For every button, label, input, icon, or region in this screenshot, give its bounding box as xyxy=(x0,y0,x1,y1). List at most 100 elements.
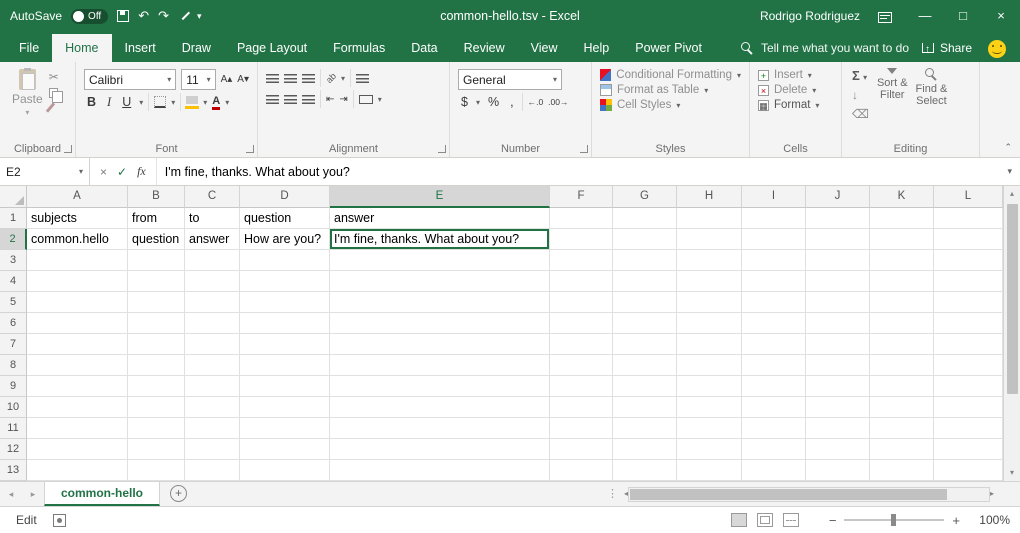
cell-D9[interactable] xyxy=(240,376,330,397)
insert-cells-button[interactable]: + Insert ▾ xyxy=(758,69,833,81)
cell-B2[interactable]: question xyxy=(128,229,185,250)
underline-button[interactable]: U xyxy=(119,95,134,109)
cell-I2[interactable] xyxy=(742,229,806,250)
tell-me-search[interactable]: Tell me what you want to do xyxy=(741,34,909,62)
cell-F5[interactable] xyxy=(550,292,613,313)
tab-review[interactable]: Review xyxy=(451,34,518,62)
cell-J7[interactable] xyxy=(806,334,870,355)
cell-K7[interactable] xyxy=(870,334,934,355)
row-header-8[interactable]: 8 xyxy=(0,355,27,376)
autosum-button[interactable]: Σ ▾ xyxy=(852,68,869,83)
hscroll-right-arrow[interactable]: ▸ xyxy=(990,486,994,502)
vertical-scroll-thumb[interactable] xyxy=(1007,204,1018,394)
cell-D3[interactable] xyxy=(240,250,330,271)
scroll-up-arrow[interactable]: ▴ xyxy=(1010,186,1014,202)
feedback-smiley-button[interactable] xyxy=(988,40,1006,58)
column-header-J[interactable]: J xyxy=(806,186,870,208)
row-header-7[interactable]: 7 xyxy=(0,334,27,355)
row-header-6[interactable]: 6 xyxy=(0,313,27,334)
cell-H6[interactable] xyxy=(677,313,742,334)
column-header-A[interactable]: A xyxy=(27,186,128,208)
font-size-combo[interactable]: 11 ▾ xyxy=(181,69,215,90)
cell-C10[interactable] xyxy=(185,397,240,418)
cell-L8[interactable] xyxy=(934,355,1003,376)
cell-A7[interactable] xyxy=(27,334,128,355)
column-header-C[interactable]: C xyxy=(185,186,240,208)
row-header-11[interactable]: 11 xyxy=(0,418,27,439)
cell-I10[interactable] xyxy=(742,397,806,418)
cell-L10[interactable] xyxy=(934,397,1003,418)
cell-C2[interactable]: answer xyxy=(185,229,240,250)
tab-formulas[interactable]: Formulas xyxy=(320,34,398,62)
column-header-E[interactable]: E xyxy=(330,186,550,208)
tab-scroll-splitter[interactable]: ⋮ xyxy=(601,482,624,506)
tab-data[interactable]: Data xyxy=(398,34,450,62)
cell-I12[interactable] xyxy=(742,439,806,460)
bold-button[interactable]: B xyxy=(84,95,99,109)
cell-G9[interactable] xyxy=(613,376,677,397)
select-all-button[interactable] xyxy=(0,186,27,208)
zoom-in-button[interactable]: + xyxy=(944,513,968,528)
name-box[interactable]: E2 ▾ xyxy=(0,158,90,185)
increase-font-size-button[interactable]: A▴ xyxy=(221,74,233,85)
macro-record-button[interactable] xyxy=(53,514,66,527)
cell-G1[interactable] xyxy=(613,208,677,229)
clipboard-dialog-launcher[interactable] xyxy=(64,145,72,153)
cell-D13[interactable] xyxy=(240,460,330,481)
cell-E9[interactable] xyxy=(330,376,550,397)
font-color-button[interactable]: A xyxy=(212,95,220,110)
cell-L11[interactable] xyxy=(934,418,1003,439)
fill-button[interactable]: ↓ xyxy=(852,88,869,102)
row-header-5[interactable]: 5 xyxy=(0,292,27,313)
cell-G8[interactable] xyxy=(613,355,677,376)
cell-B8[interactable] xyxy=(128,355,185,376)
cell-D1[interactable]: question xyxy=(240,208,330,229)
cell-styles-button[interactable]: Cell Styles ▾ xyxy=(600,99,741,111)
collapse-ribbon-chevron[interactable]: ⌃ xyxy=(1004,142,1012,153)
cell-I8[interactable] xyxy=(742,355,806,376)
column-header-G[interactable]: G xyxy=(613,186,677,208)
cell-C4[interactable] xyxy=(185,271,240,292)
cell-A11[interactable] xyxy=(27,418,128,439)
cell-K4[interactable] xyxy=(870,271,934,292)
sheet-tab-common-hello[interactable]: common-hello xyxy=(44,482,160,506)
cell-A8[interactable] xyxy=(27,355,128,376)
underline-chevron[interactable]: ▾ xyxy=(139,98,143,107)
cell-G13[interactable] xyxy=(613,460,677,481)
cell-H13[interactable] xyxy=(677,460,742,481)
cell-C1[interactable]: to xyxy=(185,208,240,229)
cell-J11[interactable] xyxy=(806,418,870,439)
cell-D7[interactable] xyxy=(240,334,330,355)
cell-F1[interactable] xyxy=(550,208,613,229)
column-header-H[interactable]: H xyxy=(677,186,742,208)
align-left-button[interactable] xyxy=(266,95,279,104)
cell-A9[interactable] xyxy=(27,376,128,397)
align-right-button[interactable] xyxy=(302,95,315,104)
page-break-view-button[interactable] xyxy=(783,513,799,527)
cell-D4[interactable] xyxy=(240,271,330,292)
paste-button[interactable]: Paste ▾ xyxy=(6,66,49,139)
column-header-K[interactable]: K xyxy=(870,186,934,208)
cell-D5[interactable] xyxy=(240,292,330,313)
cell-J5[interactable] xyxy=(806,292,870,313)
tab-home[interactable]: Home xyxy=(52,34,111,62)
borders-chevron[interactable]: ▾ xyxy=(171,98,175,107)
cell-B5[interactable] xyxy=(128,292,185,313)
cell-C7[interactable] xyxy=(185,334,240,355)
conditional-formatting-button[interactable]: Conditional Formatting ▾ xyxy=(600,69,741,81)
enter-button[interactable]: ✓ xyxy=(117,165,127,179)
cell-L6[interactable] xyxy=(934,313,1003,334)
cell-K2[interactable] xyxy=(870,229,934,250)
cell-B9[interactable] xyxy=(128,376,185,397)
cell-C5[interactable] xyxy=(185,292,240,313)
page-layout-view-button[interactable] xyxy=(757,513,773,527)
sheet-nav-left[interactable]: ◂ xyxy=(0,482,22,506)
cut-button[interactable]: ✂ xyxy=(49,70,59,84)
zoom-slider[interactable] xyxy=(844,519,944,521)
cell-B10[interactable] xyxy=(128,397,185,418)
cell-I6[interactable] xyxy=(742,313,806,334)
undo-button[interactable]: ↶ xyxy=(138,0,149,32)
cell-B1[interactable]: from xyxy=(128,208,185,229)
horizontal-scrollbar[interactable]: ◂ ▸ xyxy=(624,482,994,506)
customize-qat-chevron[interactable]: ▾ xyxy=(197,0,202,32)
